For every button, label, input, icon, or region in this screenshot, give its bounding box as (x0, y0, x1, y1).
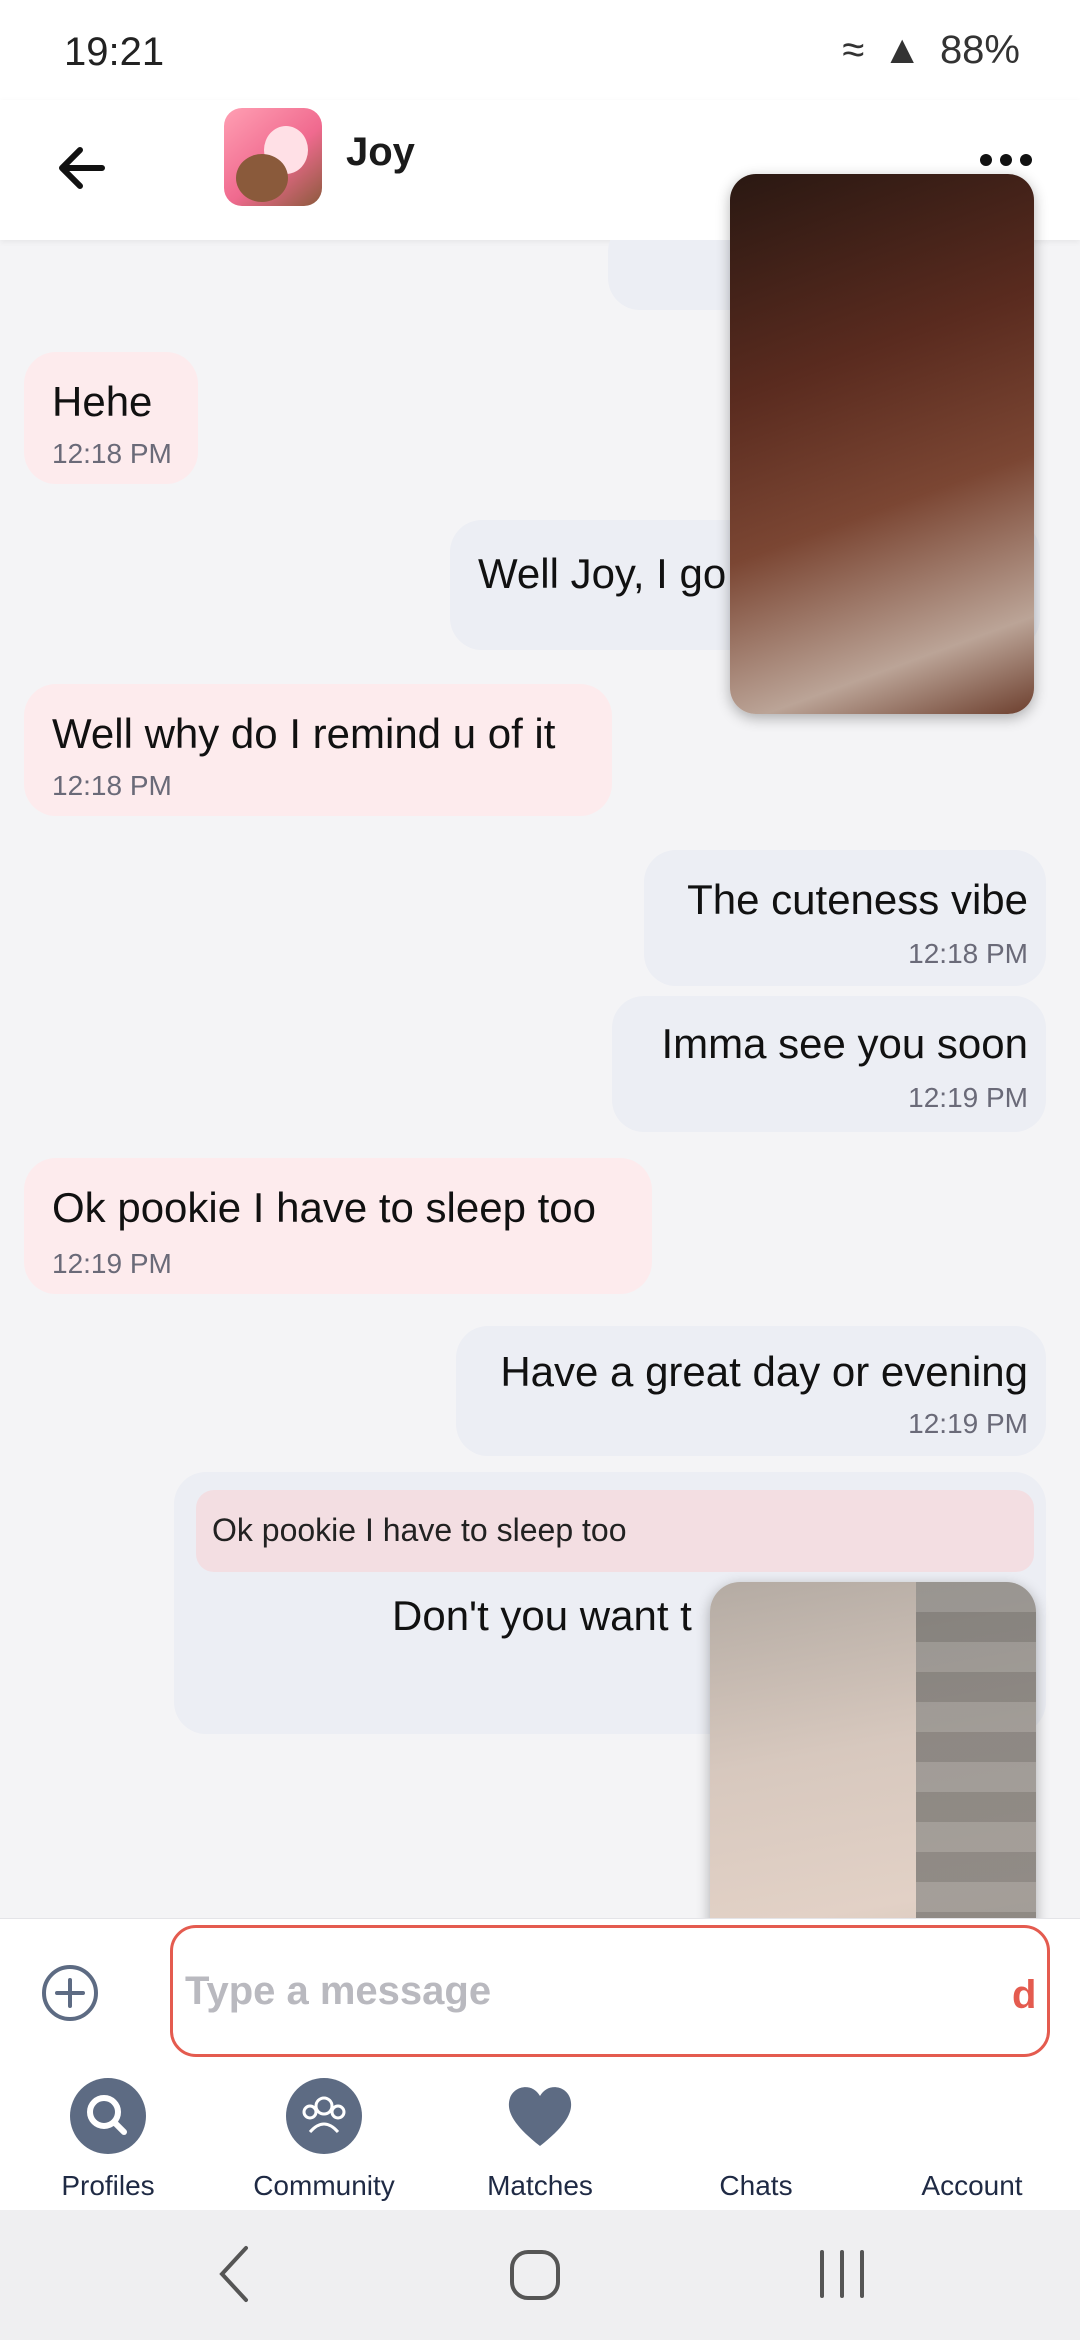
system-recents-icon[interactable] (812, 2246, 872, 2302)
status-bar: 19:21 ≈ ▲ 88% (0, 0, 1080, 100)
message-bubble-incoming[interactable]: Ok pookie I have to sleep too 12:19 PM (24, 1158, 652, 1294)
wifi-icon: ≈ (842, 28, 865, 72)
send-button[interactable]: d (1012, 1973, 1036, 2018)
message-bubble-outgoing[interactable]: The cuteness vibe 12:18 PM (644, 850, 1046, 986)
bottom-navigation: Profiles Community Matches Chats Account (0, 2068, 1080, 2210)
back-arrow-icon[interactable] (50, 136, 114, 200)
message-time: 12:19 PM (908, 1408, 1028, 1439)
message-time: 12:18 PM (52, 770, 172, 801)
message-bubble-outgoing[interactable]: Have a great day or evening 12:19 PM (456, 1326, 1046, 1456)
message-text: Hehe (52, 378, 153, 425)
nav-community[interactable]: Community (216, 2068, 432, 2210)
message-text: Don't you want t (392, 1592, 692, 1639)
nav-matches[interactable]: Matches (432, 2068, 648, 2210)
search-icon (70, 2078, 146, 2154)
heart-icon (508, 2087, 572, 2146)
nav-chats[interactable]: Chats (648, 2068, 864, 2210)
message-input[interactable] (170, 1925, 1050, 2057)
status-time: 19:21 (64, 30, 165, 74)
message-bubble-incoming[interactable]: Well why do I remind u of it 12:18 PM (24, 684, 612, 816)
nav-label: Community (253, 2170, 395, 2201)
message-time: 12:19 PM (52, 1248, 172, 1279)
system-home-icon[interactable] (510, 2250, 560, 2300)
nav-label: Chats (719, 2170, 793, 2201)
message-text: Have a great day or evening (500, 1348, 1028, 1395)
message-time: 12:18 PM (52, 438, 172, 469)
message-text: The cuteness vibe (687, 876, 1028, 923)
message-time: 12:18 PM (908, 938, 1028, 969)
system-navigation (0, 2210, 1080, 2340)
group-icon (286, 2078, 362, 2154)
add-attachment-icon[interactable] (40, 1963, 100, 2023)
status-icons: ≈ ▲ 88% (842, 28, 1020, 73)
battery-level: 88% (939, 28, 1020, 72)
nav-label: Profiles (61, 2170, 155, 2201)
message-time: 12:19 PM (908, 1082, 1028, 1113)
message-text: Well why do I remind u of it (52, 710, 556, 757)
message-composer: d (0, 1918, 1080, 2069)
message-text: Ok pookie I have to sleep too (52, 1184, 597, 1231)
quoted-message[interactable]: Ok pookie I have to sleep too (196, 1490, 1034, 1572)
nav-label: Matches (487, 2170, 593, 2201)
nav-profiles[interactable]: Profiles (0, 2068, 216, 2210)
contact-name[interactable]: Joy (346, 130, 415, 175)
remote-video-preview[interactable] (730, 174, 1034, 714)
system-back-icon[interactable] (214, 2242, 254, 2306)
avatar[interactable] (224, 108, 322, 206)
quoted-text: Ok pookie I have to sleep too (212, 1512, 627, 1548)
nav-label: Account (921, 2170, 1023, 2201)
message-bubble-outgoing[interactable]: Imma see you soon 12:19 PM (612, 996, 1046, 1132)
message-text: Imma see you soon (661, 1020, 1028, 1067)
message-text: Well Joy, I go (478, 550, 727, 597)
signal-icon: ▲ (882, 28, 922, 72)
nav-account[interactable]: Account (864, 2068, 1080, 2210)
